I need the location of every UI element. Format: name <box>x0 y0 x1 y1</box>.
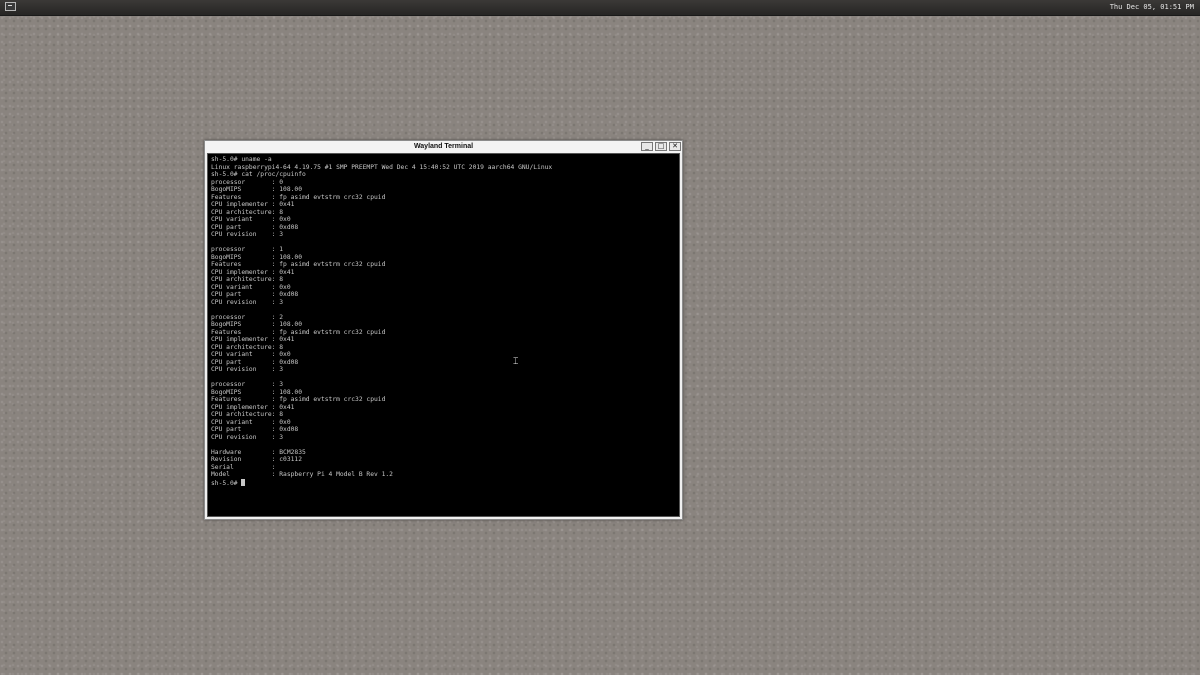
terminal-line: Features : fp asimd evtstrm crc32 cpuid <box>211 261 386 268</box>
terminal-line: CPU variant : 0x0 <box>211 216 291 223</box>
terminal-cursor <box>241 478 246 486</box>
terminal-line: CPU implementer : 0x41 <box>211 403 295 411</box>
terminal-icon[interactable] <box>5 2 16 11</box>
terminal-text: sh-5.0# uname -a Linux raspberrypi4-64 4.… <box>211 156 553 487</box>
terminal-line: CPU variant : 0x0 <box>211 418 291 426</box>
terminal-line: BogoMIPS : 108.00 <box>211 388 302 396</box>
terminal-line: processor : 0 <box>211 178 284 186</box>
terminal-output-area[interactable]: sh-5.0# uname -a Linux raspberrypi4-64 4.… <box>207 153 680 517</box>
terminal-line: Features : fp asimd evtstrm crc32 cpuid <box>211 328 386 336</box>
terminal-line: Hardware : BCM2835 <box>211 448 306 456</box>
terminal-line: CPU architecture: 8 <box>211 276 284 283</box>
terminal-line: CPU revision : 3 <box>211 366 284 373</box>
terminal-line: Serial : <box>211 463 276 471</box>
terminal-prompt: sh-5.0# <box>211 479 242 487</box>
terminal-line: BogoMIPS : 108.00 <box>211 253 302 261</box>
terminal-line: CPU architecture: 8 <box>211 343 284 351</box>
terminal-line: Features : fp asimd evtstrm crc32 cpuid <box>211 396 386 403</box>
terminal-line: sh-5.0# uname -a <box>211 156 272 163</box>
terminal-line: Features : fp asimd evtstrm crc32 cpuid <box>211 193 386 201</box>
terminal-line: CPU revision : 3 <box>211 433 284 441</box>
terminal-line: CPU revision : 3 <box>211 231 284 238</box>
terminal-line: processor : 2 <box>211 313 284 321</box>
terminal-line: BogoMIPS : 108.00 <box>211 321 302 328</box>
terminal-line: CPU implementer : 0x41 <box>211 201 295 208</box>
text-cursor-icon: ⌶ <box>513 357 519 367</box>
terminal-line: CPU part : 0xd08 <box>211 291 299 298</box>
window-title: Wayland Terminal <box>413 143 474 150</box>
terminal-line: CPU implementer : 0x41 <box>211 268 295 276</box>
terminal-line: CPU part : 0xd08 <box>211 223 299 231</box>
terminal-line: processor : 1 <box>211 246 284 253</box>
terminal-line: CPU architecture: 8 <box>211 208 284 216</box>
taskbar: Thu Dec 05, 01:51 PM <box>0 0 1200 16</box>
terminal-line: CPU revision : 3 <box>211 298 284 306</box>
terminal-window[interactable]: Wayland Terminal _ □ ✕ sh-5.0# uname -a L… <box>204 140 683 520</box>
terminal-prompt-line: sh-5.0# <box>211 478 552 487</box>
maximize-button[interactable]: □ <box>655 142 667 151</box>
terminal-line: CPU implementer : 0x41 <box>211 336 295 343</box>
terminal-line: BogoMIPS : 108.00 <box>211 186 302 193</box>
terminal-line: CPU variant : 0x0 <box>211 283 291 291</box>
close-button[interactable]: ✕ <box>669 142 681 151</box>
minimize-button[interactable]: _ <box>641 142 653 151</box>
taskbar-clock: Thu Dec 05, 01:51 PM <box>1109 3 1194 11</box>
terminal-line: CPU architecture: 8 <box>211 411 284 418</box>
terminal-line: CPU part : 0xd08 <box>211 358 299 366</box>
terminal-line: CPU part : 0xd08 <box>211 426 299 433</box>
terminal-line: Linux raspberrypi4-64 4.19.75 #1 SMP PRE… <box>211 163 553 171</box>
terminal-line: Model : Raspberry Pi 4 Model B Rev 1.2 <box>211 471 393 478</box>
terminal-line: processor : 3 <box>211 381 284 388</box>
terminal-line: CPU variant : 0x0 <box>211 351 291 358</box>
window-titlebar[interactable]: Wayland Terminal _ □ ✕ <box>205 141 682 153</box>
terminal-line: Revision : c03112 <box>211 456 302 463</box>
terminal-line: sh-5.0# cat /proc/cpuinfo <box>211 171 306 178</box>
